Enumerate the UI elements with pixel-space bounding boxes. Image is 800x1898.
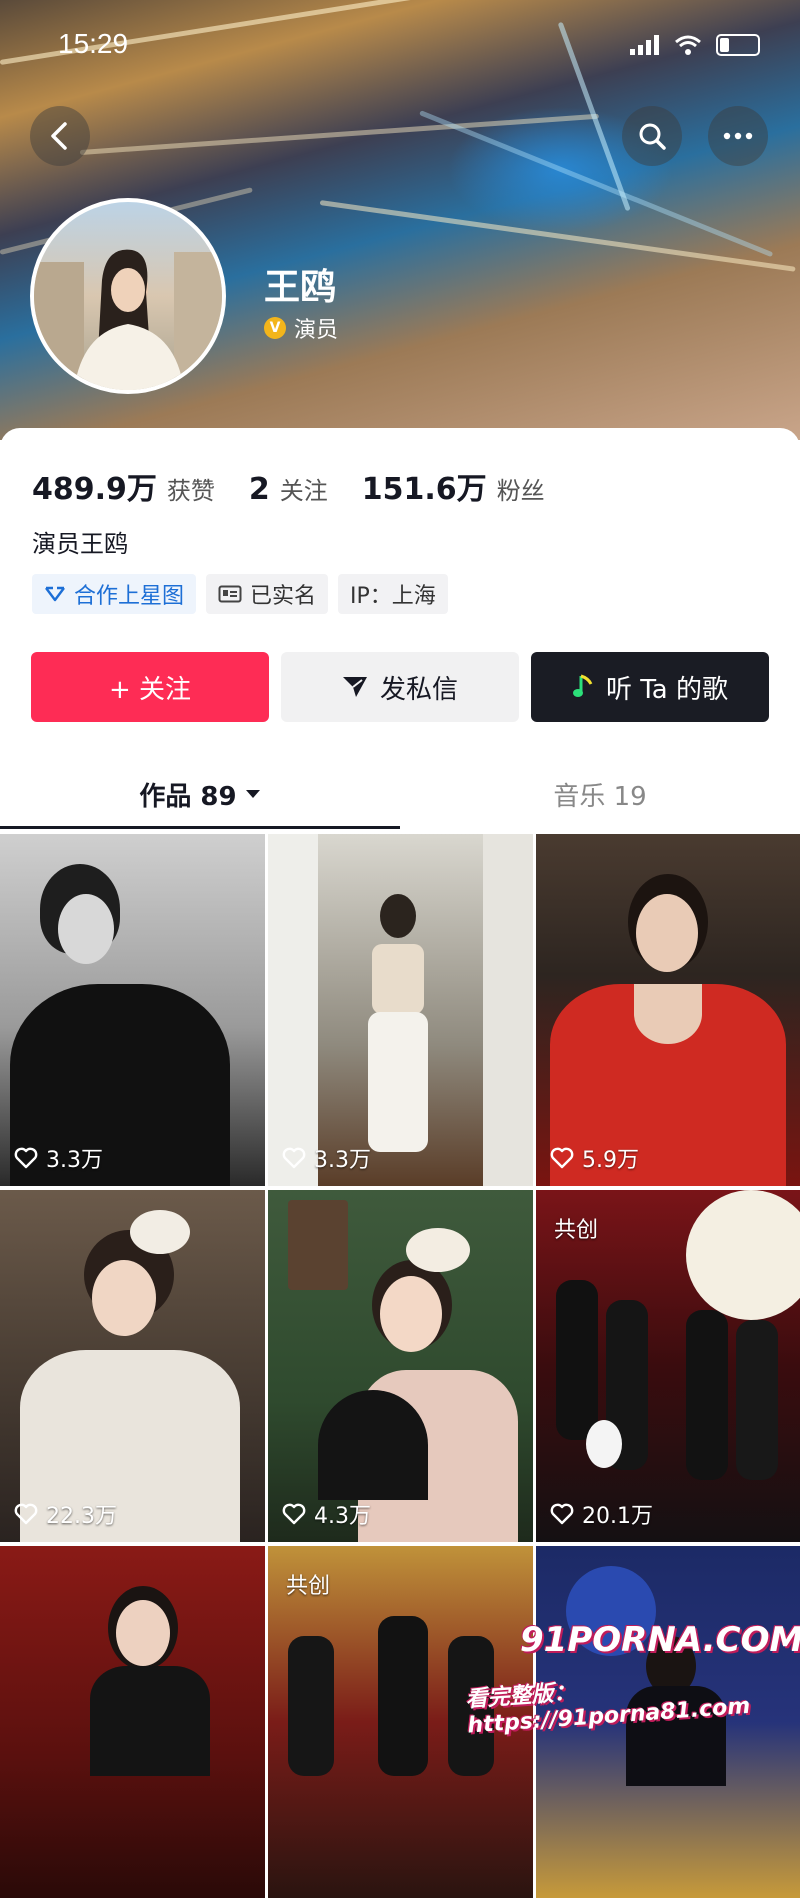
star-map-icon bbox=[45, 586, 65, 602]
watermark-brand: 91PORNA.COM bbox=[520, 1620, 800, 1660]
verified-icon: V bbox=[264, 317, 286, 339]
caret-down-icon bbox=[245, 790, 260, 798]
tag-ip-label: IP：上海 bbox=[350, 584, 436, 609]
video-likes: 3.3万 bbox=[14, 1142, 103, 1174]
video-thumb[interactable]: 5.9万 bbox=[536, 834, 800, 1186]
send-icon bbox=[342, 677, 367, 697]
action-buttons: + 关注 发私信 听 Ta 的歌 bbox=[31, 652, 769, 722]
tag-verified-id[interactable]: 已实名 bbox=[206, 574, 329, 614]
video-likes: 5.9万 bbox=[550, 1142, 639, 1174]
heart-icon bbox=[14, 1503, 38, 1525]
video-likes: 20.1万 bbox=[550, 1498, 653, 1530]
video-thumb[interactable]: 4.3万 bbox=[268, 1190, 533, 1542]
video-likes: 4.3万 bbox=[282, 1498, 371, 1530]
video-thumb[interactable]: 22.3万 bbox=[0, 1190, 265, 1542]
video-likes-count: 20.1万 bbox=[582, 1504, 653, 1529]
stat-likes-value: 489.9万 bbox=[32, 472, 157, 507]
chevron-left-icon bbox=[51, 122, 67, 150]
video-grid: 3.3万 3.3万 5.9万 22.3万 4.3万 共创 20.1万 共创 bbox=[0, 834, 800, 1898]
id-card-icon bbox=[218, 585, 242, 603]
stat-following-value[interactable]: 2 bbox=[249, 472, 270, 507]
co-created-tag: 共创 bbox=[554, 1218, 599, 1243]
follow-button[interactable]: + 关注 bbox=[31, 652, 269, 722]
video-likes: 22.3万 bbox=[14, 1498, 117, 1530]
back-button[interactable] bbox=[30, 106, 90, 166]
video-likes: 3.3万 bbox=[282, 1142, 371, 1174]
heart-icon bbox=[282, 1503, 306, 1525]
listen-songs-button[interactable]: 听 Ta 的歌 bbox=[531, 652, 769, 722]
tag-star-map-label: 合作上星图 bbox=[74, 584, 185, 609]
more-button[interactable] bbox=[708, 106, 768, 166]
video-likes-count: 4.3万 bbox=[314, 1504, 371, 1529]
video-likes-count: 22.3万 bbox=[46, 1504, 117, 1529]
music-note-icon bbox=[572, 674, 593, 697]
status-time: 15:29 bbox=[58, 28, 129, 59]
avatar-photo bbox=[34, 249, 222, 390]
profile-name: 王鸥 bbox=[264, 267, 337, 308]
stat-followers-label[interactable]: 粉丝 bbox=[497, 471, 545, 506]
wifi-icon bbox=[675, 35, 701, 55]
search-icon bbox=[639, 123, 666, 150]
verified-label: 演员 bbox=[294, 318, 339, 343]
stat-followers-value[interactable]: 151.6万 bbox=[362, 464, 487, 508]
tab-music-label: 音乐 19 bbox=[553, 781, 647, 812]
video-thumb[interactable]: 3.3万 bbox=[268, 834, 533, 1186]
search-button[interactable] bbox=[622, 106, 682, 166]
tag-star-map[interactable]: 合作上星图 bbox=[32, 574, 197, 614]
video-likes-count: 5.9万 bbox=[582, 1148, 639, 1173]
message-button[interactable]: 发私信 bbox=[281, 652, 519, 722]
status-icons bbox=[630, 34, 760, 56]
stat-following-label[interactable]: 关注 bbox=[280, 471, 328, 506]
stat-likes-label: 获赞 bbox=[166, 477, 215, 505]
tab-music[interactable]: 音乐 19 bbox=[400, 758, 800, 830]
co-created-tag: 共创 bbox=[286, 1574, 331, 1599]
heart-icon bbox=[550, 1503, 574, 1525]
listen-songs-label: 听 Ta 的歌 bbox=[605, 674, 729, 705]
profile-tags: 合作上星图 已实名 IP：上海 bbox=[32, 574, 448, 614]
video-likes-count: 3.3万 bbox=[314, 1148, 371, 1173]
avatar[interactable] bbox=[30, 198, 226, 394]
tag-verified-id-label: 已实名 bbox=[250, 584, 317, 609]
message-button-label: 发私信 bbox=[379, 674, 458, 705]
video-likes-count: 3.3万 bbox=[46, 1148, 103, 1173]
heart-icon bbox=[14, 1147, 38, 1169]
verified-badge: V 演员 bbox=[264, 312, 338, 344]
video-thumb[interactable]: 3.3万 bbox=[0, 834, 265, 1186]
follow-button-label: + 关注 bbox=[108, 674, 192, 705]
video-thumb[interactable] bbox=[0, 1546, 265, 1898]
tab-works[interactable]: 作品 89 bbox=[0, 758, 400, 830]
more-dots-icon bbox=[723, 132, 753, 140]
content-tabs: 作品 89 音乐 19 bbox=[0, 758, 800, 830]
video-thumb[interactable]: 共创 20.1万 bbox=[536, 1190, 800, 1542]
battery-icon bbox=[716, 34, 760, 56]
profile-bio: 演员王鸥 bbox=[32, 530, 128, 558]
tab-underline bbox=[0, 826, 400, 829]
tag-ip-location: IP：上海 bbox=[338, 574, 448, 614]
heart-icon bbox=[550, 1147, 574, 1169]
tab-works-label: 作品 89 bbox=[139, 781, 237, 812]
profile-stats: 489.9万 获赞 2 关注 151.6万 粉丝 bbox=[32, 464, 579, 508]
signal-icon bbox=[630, 35, 659, 55]
heart-icon bbox=[282, 1147, 306, 1169]
